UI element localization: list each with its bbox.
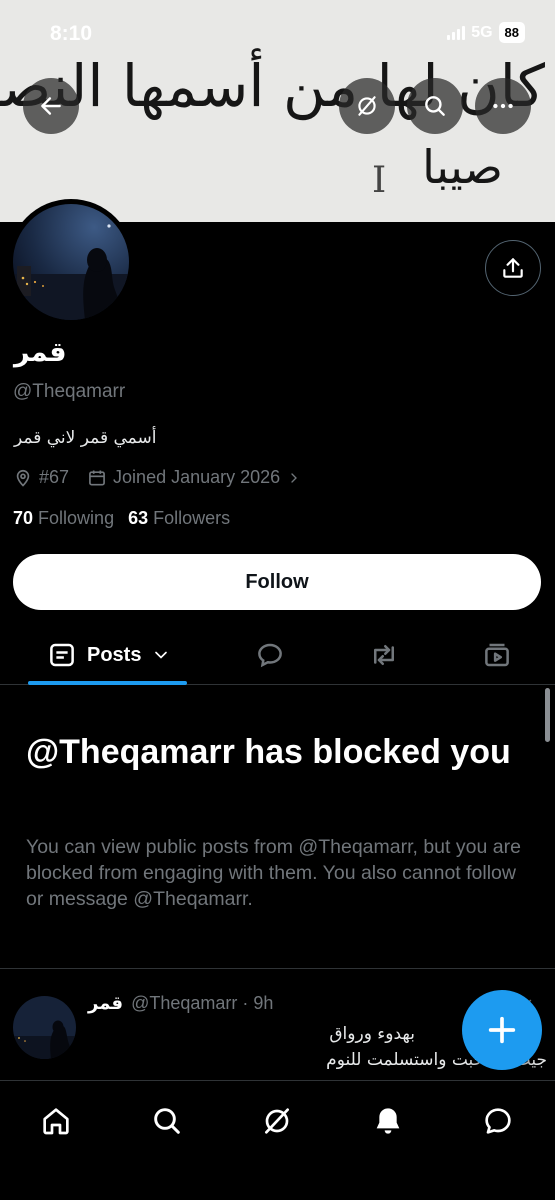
follow-button[interactable]: Follow	[13, 554, 541, 610]
tab-media[interactable]	[482, 626, 512, 684]
bell-icon	[376, 1108, 400, 1134]
profile-avatar[interactable]	[8, 199, 134, 325]
blocked-description: You can view public posts from @Theqamar…	[26, 836, 521, 910]
nav-search[interactable]	[147, 1101, 187, 1141]
tab-reposts[interactable]	[369, 626, 399, 684]
profile-tabs: Posts	[0, 626, 555, 684]
post-avatar-image	[13, 996, 76, 1059]
nav-home[interactable]	[36, 1101, 76, 1141]
media-icon	[485, 643, 509, 667]
arrow-left-icon	[41, 97, 61, 115]
nav-grok[interactable]	[257, 1101, 297, 1141]
profile-joined[interactable]: Joined January 2026	[87, 467, 302, 488]
search-icon	[425, 96, 445, 116]
following-link[interactable]: 70 Following	[13, 508, 114, 529]
nav-notifications[interactable]	[368, 1101, 408, 1141]
compose-button[interactable]	[462, 990, 542, 1070]
tab-replies[interactable]	[255, 626, 285, 684]
banner-text-line1: كان لها من أسمها النصيب	[0, 52, 544, 120]
location-text: #67	[39, 467, 70, 487]
tab-posts-label: Posts	[87, 643, 142, 666]
calendar-icon	[89, 470, 105, 485]
text-cursor-icon: I	[372, 160, 387, 201]
followers-label: Followers	[153, 508, 231, 528]
banner-text-line2: صيبا	[422, 140, 503, 194]
chevron-down-icon	[155, 651, 168, 659]
following-label: Following	[38, 508, 115, 528]
post-header: قمر @Theqamarr · 9h	[88, 993, 273, 1014]
following-count: 70	[13, 508, 34, 528]
active-tab-indicator	[28, 681, 187, 685]
more-button[interactable]	[475, 78, 531, 134]
tab-posts[interactable]: Posts	[47, 626, 171, 684]
back-button[interactable]	[23, 78, 79, 134]
follow-counts: 70 Following 63 Followers	[13, 508, 230, 529]
more-horizontal-icon	[493, 103, 513, 109]
posts-icon	[50, 643, 74, 667]
avatar	[13, 204, 129, 320]
status-indicators: 5G 88	[447, 22, 525, 43]
signal-icon	[447, 25, 466, 40]
avatar-image	[13, 204, 129, 320]
share-icon	[503, 258, 523, 278]
message-bubble-icon	[485, 1108, 511, 1134]
search-button[interactable]	[407, 78, 463, 134]
post-author-name[interactable]: قمر	[88, 993, 123, 1014]
section-divider	[0, 968, 555, 969]
profile-handle: @Theqamarr	[13, 381, 126, 402]
home-icon	[43, 1108, 69, 1135]
chevron-right-icon	[291, 472, 298, 483]
post-text-line1: بهدوء ورواق	[329, 1024, 415, 1044]
joined-text: Joined January 2026	[113, 467, 281, 487]
followers-count: 63	[128, 508, 149, 528]
bottom-navigation	[0, 1080, 555, 1200]
post-handle-time: @Theqamarr · 9h	[131, 993, 274, 1013]
nav-messages[interactable]	[478, 1101, 518, 1141]
battery-level: 88	[498, 22, 525, 43]
grok-icon	[265, 1108, 289, 1134]
share-button[interactable]	[485, 240, 541, 296]
post-avatar[interactable]	[13, 996, 76, 1059]
status-time: 8:10	[50, 22, 93, 45]
location-pin-icon	[16, 469, 30, 487]
plus-icon	[488, 1016, 516, 1044]
scrollbar[interactable]	[545, 688, 550, 742]
grok-button[interactable]	[339, 78, 395, 134]
search-icon	[154, 1108, 180, 1134]
profile-bio: أسمي قمر لاني قمر	[14, 428, 157, 448]
grok-icon	[358, 96, 376, 116]
profile-name: قمر	[14, 337, 67, 368]
repost-icon	[374, 645, 394, 665]
reply-bubble-icon	[258, 643, 282, 668]
network-type: 5G	[471, 23, 493, 41]
profile-meta: #67 Joined January 2026	[13, 467, 320, 488]
blocked-title: @Theqamarr has blocked you	[26, 733, 511, 771]
profile-location: #67	[13, 467, 69, 488]
followers-link[interactable]: 63 Followers	[128, 508, 230, 529]
